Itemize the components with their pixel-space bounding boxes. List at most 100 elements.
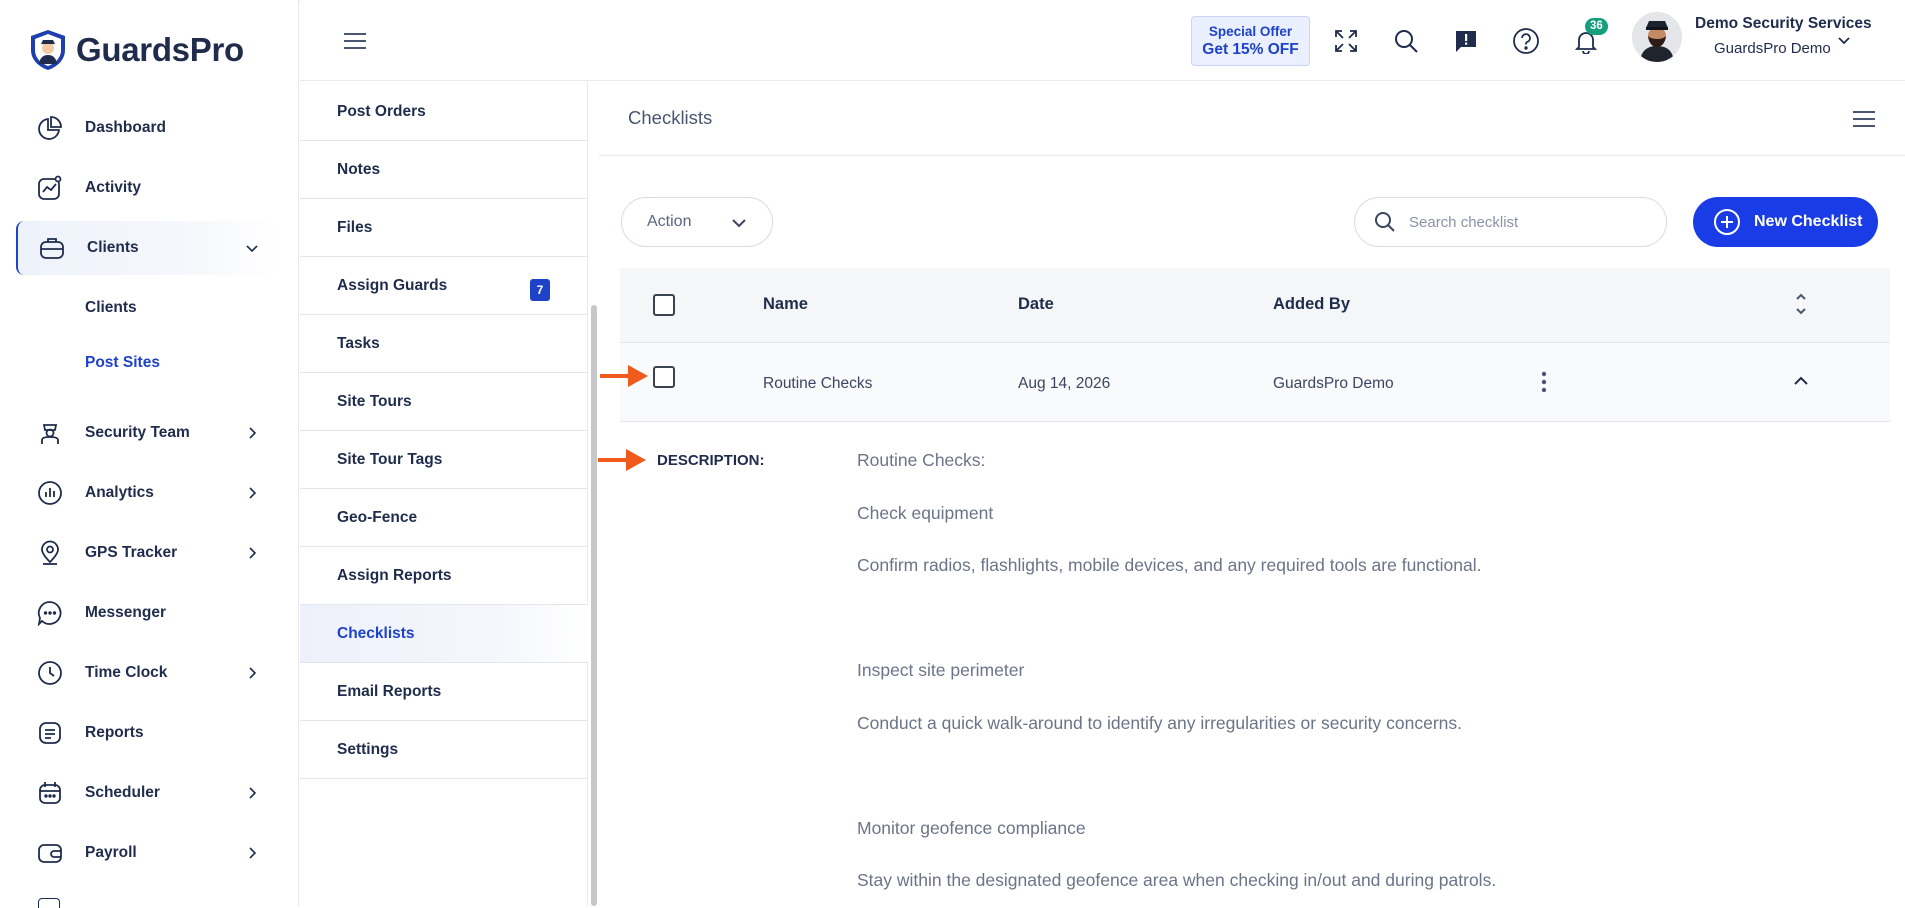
search-icon[interactable] xyxy=(1390,25,1422,57)
submenu-item-files[interactable]: Files xyxy=(300,199,588,257)
chevron-right-icon xyxy=(249,547,257,559)
sidebar-item-activity[interactable]: Activity xyxy=(16,161,278,215)
submenu-scrollbar-thumb[interactable] xyxy=(591,305,597,906)
plus-circle-icon xyxy=(1714,209,1740,235)
submenu-item-email-reports[interactable]: Email Reports xyxy=(300,663,588,721)
table-row[interactable]: Routine Checks Aug 14, 2026 GuardsPro De… xyxy=(620,343,1890,422)
sidebar-item-label: Clients xyxy=(87,239,139,256)
submenu-item-geo-fence[interactable]: Geo-Fence xyxy=(300,489,588,547)
chevron-right-icon xyxy=(249,847,257,859)
row-added-by: GuardsPro Demo xyxy=(1273,375,1394,392)
row-checkbox[interactable] xyxy=(653,366,675,388)
search-box[interactable] xyxy=(1354,197,1667,247)
sidebar-item-label: Messenger xyxy=(85,604,166,621)
post-site-submenu: Post Orders Notes Files Assign Guards Ta… xyxy=(300,81,588,906)
row-date: Aug 14, 2026 xyxy=(1018,375,1111,392)
map-pin-icon xyxy=(36,539,64,567)
chevron-right-icon xyxy=(249,667,257,679)
user-organization: GuardsPro Demo xyxy=(1714,40,1831,57)
sidebar-item-label: Time Clock xyxy=(85,664,168,681)
description-line: Monitor geofence compliance xyxy=(857,818,1086,838)
column-header-name[interactable]: Name xyxy=(763,295,808,314)
submenu-item-assign-reports[interactable]: Assign Reports xyxy=(300,547,588,605)
sort-icon[interactable] xyxy=(1794,290,1808,318)
search-icon xyxy=(1375,212,1395,232)
submenu-item-notes[interactable]: Notes xyxy=(300,141,588,199)
assign-guards-count-badge: 7 xyxy=(530,279,550,301)
help-icon[interactable] xyxy=(1510,25,1542,57)
description-line: Check equipment xyxy=(857,503,994,523)
notification-count-badge: 36 xyxy=(1585,18,1608,35)
description-line: Routine Checks: xyxy=(857,450,986,470)
calendar-icon xyxy=(36,779,64,807)
offer-text: Get 15% OFF xyxy=(1202,41,1299,58)
submenu-item-post-orders[interactable]: Post Orders xyxy=(300,83,588,141)
new-checklist-button[interactable]: New Checklist xyxy=(1693,197,1878,247)
description-line: Stay within the designated geofence area… xyxy=(857,870,1497,890)
user-name: Demo Security Services xyxy=(1695,15,1872,32)
sidebar-item-reports[interactable]: Reports xyxy=(16,706,278,760)
sidebar-item-analytics[interactable]: Analytics xyxy=(16,466,278,520)
divider xyxy=(599,155,1905,156)
row-name: Routine Checks xyxy=(763,375,873,392)
sidebar-item-security-team[interactable]: Security Team xyxy=(16,406,278,460)
feedback-icon[interactable] xyxy=(1450,25,1482,57)
submenu-item-tasks[interactable]: Tasks xyxy=(300,315,588,373)
column-header-date[interactable]: Date xyxy=(1018,295,1054,314)
menu-toggle-icon[interactable] xyxy=(343,31,367,51)
sidebar-item-clients[interactable]: Clients xyxy=(16,221,278,275)
brand-logo[interactable]: GuardsPro xyxy=(28,28,244,72)
search-input[interactable] xyxy=(1409,213,1629,231)
action-dropdown-label: Action xyxy=(647,213,692,230)
annotation-arrow-icon xyxy=(600,365,648,387)
table-header: Name Date Added By xyxy=(620,268,1890,343)
avatar[interactable] xyxy=(1632,12,1682,62)
sidebar-subitem-post-sites[interactable]: Post Sites xyxy=(85,354,160,372)
description-line: Conduct a quick walk-around to identify … xyxy=(857,713,1463,733)
chevron-right-icon xyxy=(249,787,257,799)
sidebar-item-label: Activity xyxy=(85,179,141,196)
sidebar-item-scheduler[interactable]: Scheduler xyxy=(16,766,278,820)
submenu-item-settings[interactable]: Settings xyxy=(300,721,588,779)
chevron-right-icon xyxy=(249,487,257,499)
clock-icon xyxy=(36,659,64,687)
sidebar-item-gps-tracker[interactable]: GPS Tracker xyxy=(16,526,278,580)
sidebar-item-dashboard[interactable]: Dashboard xyxy=(16,101,278,155)
column-header-added-by[interactable]: Added By xyxy=(1273,295,1350,314)
description-line: Inspect site perimeter xyxy=(857,660,1025,680)
submenu-item-site-tours[interactable]: Site Tours xyxy=(300,373,588,431)
sidebar-item-messenger[interactable]: Messenger xyxy=(16,586,278,640)
pie-chart-icon xyxy=(36,114,64,142)
select-all-checkbox[interactable] xyxy=(653,294,675,316)
sidebar-item-label: Scheduler xyxy=(85,784,160,801)
chevron-down-icon xyxy=(246,245,258,253)
action-dropdown[interactable]: Action xyxy=(621,197,773,247)
sidebar-item-time-clock[interactable]: Time Clock xyxy=(16,646,278,700)
chevron-up-icon[interactable] xyxy=(1793,375,1809,387)
special-offer-button[interactable]: Special Offer Get 15% OFF xyxy=(1191,16,1310,66)
annotation-arrow-icon xyxy=(598,449,646,471)
sidebar-item-label: Reports xyxy=(85,724,144,741)
brand-name: GuardsPro xyxy=(76,31,244,68)
sidebar: GuardsPro Dashboard Activity Clients Cli… xyxy=(0,0,299,908)
sidebar-item-label: GPS Tracker xyxy=(85,544,178,561)
options-menu-icon[interactable] xyxy=(1852,109,1876,129)
chevron-down-icon[interactable] xyxy=(1836,32,1852,48)
submenu-item-site-tour-tags[interactable]: Site Tour Tags xyxy=(300,431,588,489)
wallet-icon xyxy=(36,839,64,867)
guard-icon xyxy=(36,419,64,447)
more-vertical-icon[interactable] xyxy=(1540,370,1548,394)
fullscreen-icon[interactable] xyxy=(1330,25,1362,57)
description-label: DESCRIPTION: xyxy=(657,452,765,469)
top-header: Special Offer Get 15% OFF 36 Demo Securi… xyxy=(300,0,1905,81)
sidebar-item-label: Payroll xyxy=(85,844,137,861)
sidebar-item-payroll[interactable]: Payroll xyxy=(16,826,278,880)
sidebar-item-label: Dashboard xyxy=(85,119,166,136)
activity-chart-icon xyxy=(36,174,64,202)
submenu-item-checklists[interactable]: Checklists xyxy=(300,605,588,663)
sidebar-item-partial-icon xyxy=(38,898,60,908)
analytics-icon xyxy=(36,479,64,507)
sidebar-subitem-clients[interactable]: Clients xyxy=(85,299,137,317)
chat-icon xyxy=(36,599,64,627)
guard-shield-logo-icon xyxy=(31,30,65,70)
